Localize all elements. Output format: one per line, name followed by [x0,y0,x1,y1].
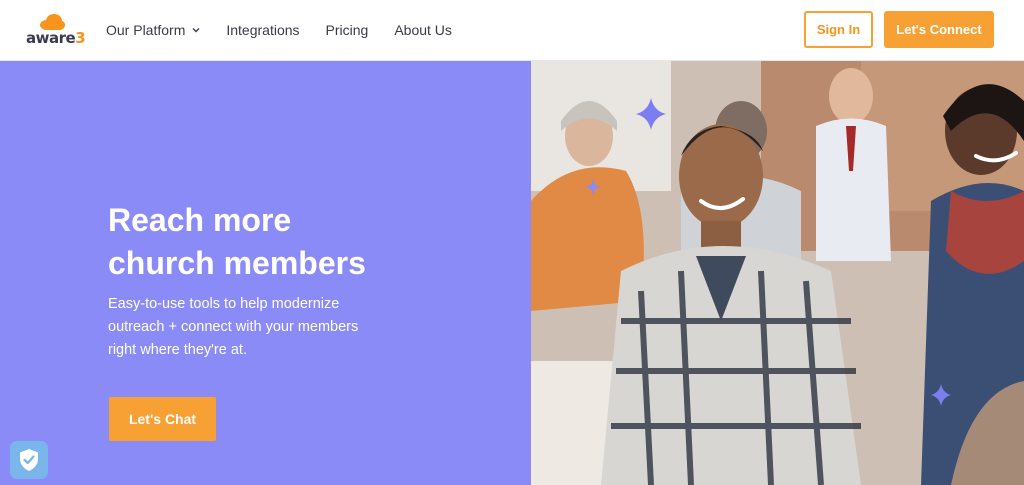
hero-subtitle: Easy-to-use tools to help modernize outr… [108,293,428,362]
site-header: aware3 Our Platform Integrations Pricing… [0,0,1024,61]
lets-chat-button[interactable]: Let's Chat [109,397,216,441]
hero-title: Reach more church members [108,199,428,285]
cloud-logo-icon [40,14,65,30]
hero-subtitle-line: right where they're at. [108,342,247,358]
nav-item-label: About Us [394,22,452,38]
nav-item-integrations[interactable]: Integrations [226,22,299,38]
hero-photo-illustration [531,61,1024,485]
logo-wordmark: aware3 [26,29,86,47]
hero-title-line: Reach more [108,202,292,238]
hero-subtitle-line: Easy-to-use tools to help modernize [108,296,340,312]
nav-item-about-us[interactable]: About Us [394,22,452,38]
lets-connect-button[interactable]: Let's Connect [884,11,994,48]
privacy-shield-button[interactable] [10,441,48,479]
hero-text-panel: Reach more church members Easy-to-use to… [0,61,531,485]
hero-subtitle-line: outreach + connect with your members [108,319,359,335]
nav-item-label: Integrations [226,22,300,38]
hero-photo-people-smiling [531,61,1024,485]
main-nav: Our Platform Integrations Pricing About … [106,22,478,38]
nav-item-label: Our Platform [106,22,186,38]
nav-item-pricing[interactable]: Pricing [326,22,369,38]
sign-in-button[interactable]: Sign In [804,11,873,48]
hero-title-line: church members [108,245,366,281]
nav-item-label: Pricing [325,22,369,38]
shield-check-icon [20,449,38,471]
logo-main-text: aware [26,29,76,47]
chevron-down-icon [192,28,200,33]
brand-logo[interactable]: aware3 [26,14,86,48]
nav-item-our-platform[interactable]: Our Platform [106,22,200,38]
logo-accent-text: 3 [75,29,86,47]
